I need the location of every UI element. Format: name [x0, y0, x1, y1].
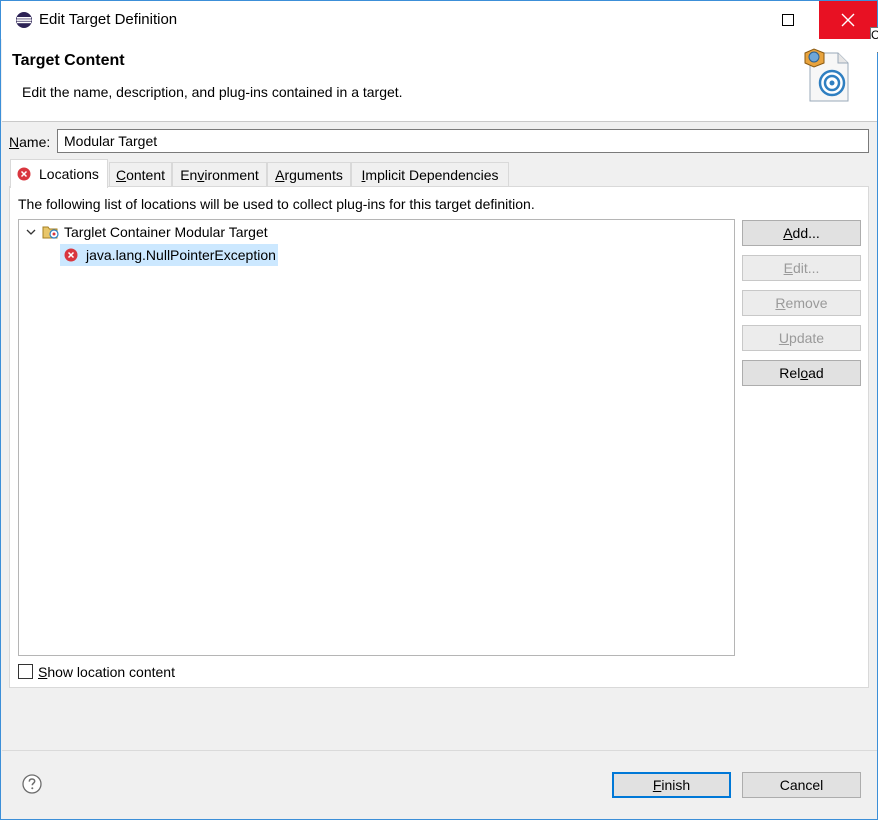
- name-input[interactable]: [57, 129, 869, 153]
- tree-item[interactable]: Targlet Container Modular Target: [25, 221, 268, 243]
- tab-content[interactable]: Content: [109, 162, 172, 186]
- wizard-banner: Target Content Edit the name, descriptio…: [2, 39, 877, 122]
- dialog-window: Edit Target Definition C Target Content …: [0, 0, 878, 820]
- target-definition-icon: [804, 48, 849, 102]
- target-container-icon: [42, 226, 59, 239]
- finish-button[interactable]: Finish: [612, 772, 731, 798]
- error-icon: [17, 167, 31, 181]
- banner-description: Edit the name, description, and plug-ins…: [22, 84, 403, 100]
- tab-arguments-label: Arguments: [275, 166, 343, 183]
- help-icon[interactable]: [22, 774, 42, 794]
- minimize-button[interactable]: [720, 1, 766, 39]
- tab-locations[interactable]: Locations: [10, 159, 108, 188]
- locations-tree[interactable]: Targlet Container Modular Target java.la…: [18, 219, 735, 656]
- window-title: Edit Target Definition: [39, 11, 178, 28]
- close-icon: [841, 13, 855, 27]
- name-label: Name:: [9, 134, 51, 150]
- close-button[interactable]: [819, 1, 877, 39]
- reload-button[interactable]: Reload: [742, 360, 861, 386]
- error-icon: [64, 248, 78, 262]
- title-bar[interactable]: Edit Target Definition: [1, 1, 877, 39]
- show-location-content-checkbox[interactable]: [18, 664, 33, 679]
- banner-title: Target Content: [12, 52, 125, 69]
- add-button[interactable]: Add...: [742, 220, 861, 246]
- tab-implicit-dependencies-label: Implicit Dependencies: [361, 166, 499, 183]
- show-location-content-label[interactable]: Show location content: [38, 664, 175, 680]
- tab-environment[interactable]: Environment: [172, 162, 267, 186]
- locations-description: The following list of locations will be …: [18, 196, 535, 212]
- tab-arguments[interactable]: Arguments: [267, 162, 351, 186]
- remove-button[interactable]: Remove: [742, 290, 861, 316]
- update-button[interactable]: Update: [742, 325, 861, 351]
- cancel-button[interactable]: Cancel: [742, 772, 861, 798]
- edit-button[interactable]: Edit...: [742, 255, 861, 281]
- tree-item[interactable]: java.lang.NullPointerException: [60, 244, 278, 266]
- tree-item-label: java.lang.NullPointerException: [86, 247, 276, 263]
- maximize-icon: [782, 14, 794, 26]
- minimize-icon: [737, 14, 749, 26]
- eclipse-icon: [16, 12, 32, 28]
- tab-implicit-dependencies[interactable]: Implicit Dependencies: [351, 162, 509, 186]
- tab-content-label: Content: [115, 166, 166, 183]
- footer-divider: [2, 750, 877, 751]
- tree-item-label: Targlet Container Modular Target: [64, 224, 268, 240]
- tab-environment-label: Environment: [180, 166, 259, 183]
- chevron-down-icon[interactable]: [25, 226, 37, 238]
- tab-locations-label: Locations: [39, 166, 99, 182]
- maximize-button[interactable]: [765, 1, 811, 39]
